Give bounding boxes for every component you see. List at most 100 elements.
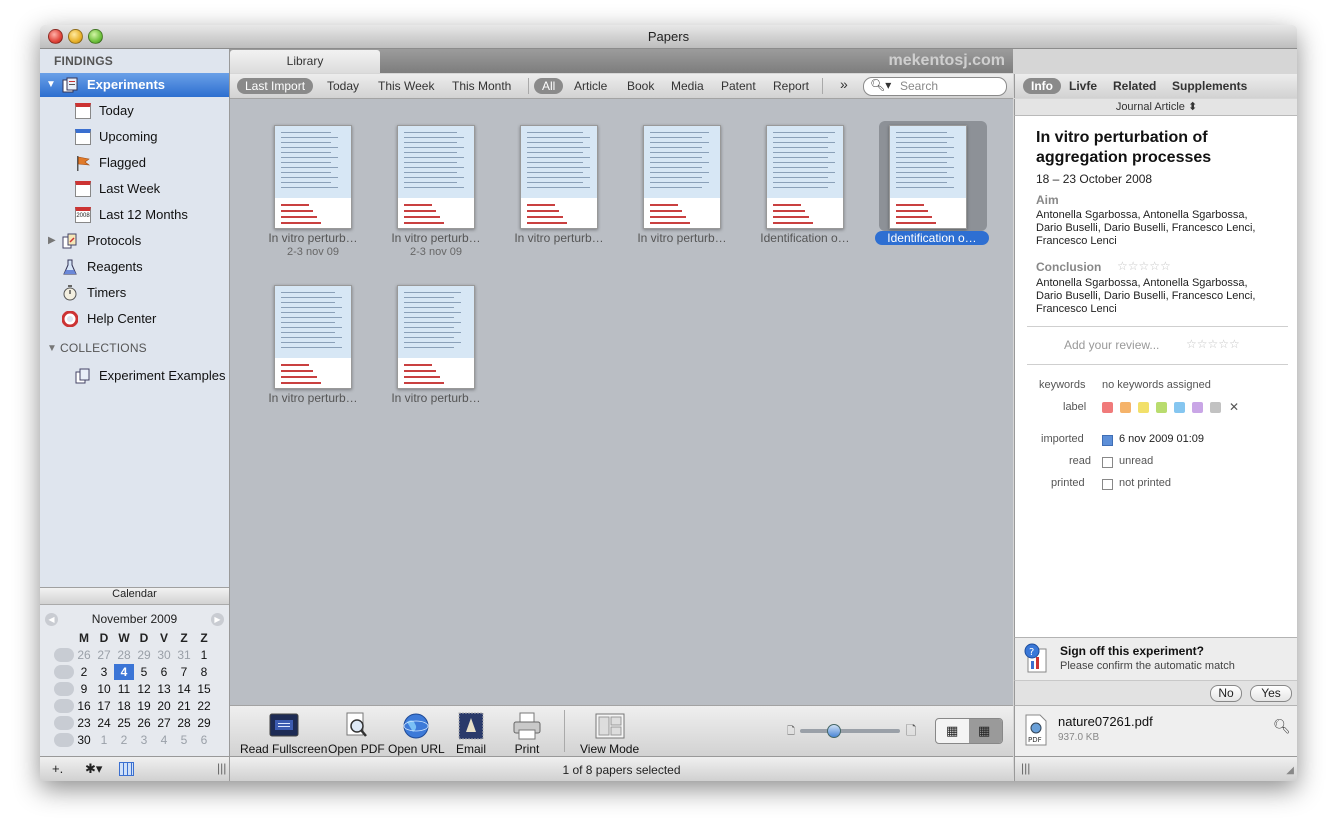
calendar-day[interactable]: 30 xyxy=(74,732,94,748)
paper-thumbnail[interactable] xyxy=(397,285,475,389)
week-selector[interactable] xyxy=(54,648,74,662)
label-color-swatch[interactable] xyxy=(1156,402,1167,413)
tab-library[interactable]: Library xyxy=(230,50,380,73)
resize-handle-icon[interactable]: ||| xyxy=(1021,761,1030,775)
open-pdf-button[interactable]: Open PDF xyxy=(328,712,385,756)
thumbnail-size-slider[interactable] xyxy=(800,724,900,738)
label-color-swatch[interactable] xyxy=(1192,402,1203,413)
calendar-day[interactable]: 31 xyxy=(174,647,194,663)
calendar-day[interactable]: 20 xyxy=(154,698,174,714)
calendar-day[interactable]: 7 xyxy=(174,664,194,680)
open-url-button[interactable]: Open URL xyxy=(388,712,445,756)
attached-file[interactable]: PDF nature07261.pdf 937.0 KB 🔍︎ xyxy=(1014,705,1297,756)
calendar-day[interactable]: 26 xyxy=(134,715,154,731)
calendar-day[interactable]: 14 xyxy=(174,681,194,697)
resize-handle-icon[interactable]: ||| xyxy=(217,761,226,775)
calendar-day[interactable]: 1 xyxy=(194,647,214,663)
filter-today[interactable]: Today xyxy=(327,78,359,94)
paper-thumbnail[interactable] xyxy=(766,125,844,229)
calendar-day[interactable]: 16 xyxy=(74,698,94,714)
label-color-swatch[interactable] xyxy=(1174,402,1185,413)
paper-thumbnail[interactable] xyxy=(274,285,352,389)
calendar-day[interactable]: 5 xyxy=(174,732,194,748)
calendar-day[interactable]: 2 xyxy=(114,732,134,748)
paper-item[interactable]: In vitro perturb… xyxy=(484,125,604,265)
calendar-day[interactable]: 23 xyxy=(74,715,94,731)
sidebar-item-timers[interactable]: Timers xyxy=(40,281,229,305)
grid-view-icon[interactable]: ▦ xyxy=(978,723,990,739)
filter-this-week[interactable]: This Week xyxy=(378,78,434,94)
calendar-day[interactable]: 4 xyxy=(154,732,174,748)
calendar-day[interactable]: 5 xyxy=(134,664,154,680)
add-review-link[interactable]: Add your review... xyxy=(1064,338,1159,352)
paper-item[interactable]: Identification o… xyxy=(730,125,850,265)
tab-info[interactable]: Info xyxy=(1023,78,1061,94)
sidebar-item-upcoming[interactable]: Upcoming xyxy=(40,125,229,149)
no-button[interactable]: No xyxy=(1210,685,1242,702)
paper-thumbnail[interactable] xyxy=(889,125,967,229)
clear-label-icon[interactable]: ✕ xyxy=(1229,400,1239,414)
list-view-icon[interactable]: ▦ xyxy=(946,723,958,739)
next-month-button[interactable]: ▶ xyxy=(211,613,224,626)
paper-item[interactable]: In vitro perturb… xyxy=(238,285,358,425)
paper-thumbnail[interactable] xyxy=(274,125,352,229)
search-field[interactable]: 🔍︎▾ Search xyxy=(863,77,1007,96)
print-button[interactable]: Print xyxy=(512,712,542,756)
filter-media[interactable]: Media xyxy=(671,78,704,94)
calendar-day[interactable]: 6 xyxy=(154,664,174,680)
calendar-day[interactable]: 27 xyxy=(154,715,174,731)
calendar-day[interactable]: 29 xyxy=(134,647,154,663)
calendar-day[interactable]: 8 xyxy=(194,664,214,680)
sidebar-item-experiment-examples[interactable]: Experiment Examples xyxy=(40,364,229,388)
paper-item[interactable]: In vitro perturb… 2-3 nov 09 xyxy=(238,125,358,265)
grid-view-toggle[interactable]: ▦ xyxy=(969,719,1002,743)
sidebar-item-last-week[interactable]: Last Week xyxy=(40,177,229,201)
calendar-day[interactable]: 15 xyxy=(194,681,214,697)
yes-button[interactable]: Yes xyxy=(1250,685,1292,702)
paper-item[interactable]: In vitro perturb… xyxy=(361,285,481,425)
calendar-day[interactable]: 26 xyxy=(74,647,94,663)
week-selector[interactable] xyxy=(54,733,74,747)
add-button[interactable]: +. xyxy=(52,761,63,776)
disclosure-open-icon[interactable]: ▼ xyxy=(46,79,56,90)
calendar-day[interactable]: 1 xyxy=(94,732,114,748)
disclosure-open-icon[interactable]: ▼ xyxy=(47,343,57,354)
paper-thumbnail[interactable] xyxy=(520,125,598,229)
keywords-value[interactable]: no keywords assigned xyxy=(1102,379,1211,391)
window-resize-grip-icon[interactable]: ◢ xyxy=(1286,765,1294,776)
calendar-day[interactable]: 19 xyxy=(134,698,154,714)
sidebar-item-last-12-months[interactable]: 2008 Last 12 Months xyxy=(40,203,229,227)
paper-item[interactable]: Identification o… xyxy=(853,121,989,265)
tab-supplements[interactable]: Supplements xyxy=(1172,78,1247,94)
sidebar-item-reagents[interactable]: Reagents xyxy=(40,255,229,279)
calendar-day[interactable]: 2 xyxy=(74,664,94,680)
gear-icon[interactable]: ✱▾ xyxy=(85,761,102,777)
view-segmented-control[interactable]: ▦ ▦ xyxy=(935,718,1003,744)
paper-thumbnail[interactable] xyxy=(643,125,721,229)
filter-book[interactable]: Book xyxy=(627,78,654,94)
calendar-day[interactable]: 27 xyxy=(94,647,114,663)
sidebar-item-protocols[interactable]: ▶ Protocols xyxy=(40,229,229,253)
conclusion-rating[interactable]: ☆☆☆☆☆ xyxy=(1117,259,1171,273)
filter-patent[interactable]: Patent xyxy=(721,78,756,94)
sidebar-item-flagged[interactable]: Flagged xyxy=(40,151,229,175)
imported-checkbox[interactable] xyxy=(1102,435,1113,446)
calendar-toggle-icon[interactable] xyxy=(119,762,134,776)
paper-thumbnail[interactable] xyxy=(397,125,475,229)
tab-related[interactable]: Related xyxy=(1113,78,1156,94)
calendar-day[interactable]: 17 xyxy=(94,698,114,714)
disclosure-closed-icon[interactable]: ▶ xyxy=(48,235,56,246)
calendar-day[interactable]: 9 xyxy=(74,681,94,697)
calendar-day[interactable]: 10 xyxy=(94,681,114,697)
paper-item[interactable]: In vitro perturb… xyxy=(607,125,727,265)
calendar-day[interactable]: 11 xyxy=(114,681,134,697)
tab-livfe[interactable]: Livfe xyxy=(1069,78,1097,94)
printed-checkbox[interactable] xyxy=(1102,479,1113,490)
read-checkbox[interactable] xyxy=(1102,457,1113,468)
calendar-day-today[interactable]: 4 xyxy=(114,664,134,680)
email-button[interactable]: Email xyxy=(456,712,486,756)
calendar-day[interactable]: 21 xyxy=(174,698,194,714)
label-color-swatch[interactable] xyxy=(1210,402,1221,413)
view-mode-button[interactable]: View Mode xyxy=(580,712,639,756)
filter-report[interactable]: Report xyxy=(773,78,809,94)
